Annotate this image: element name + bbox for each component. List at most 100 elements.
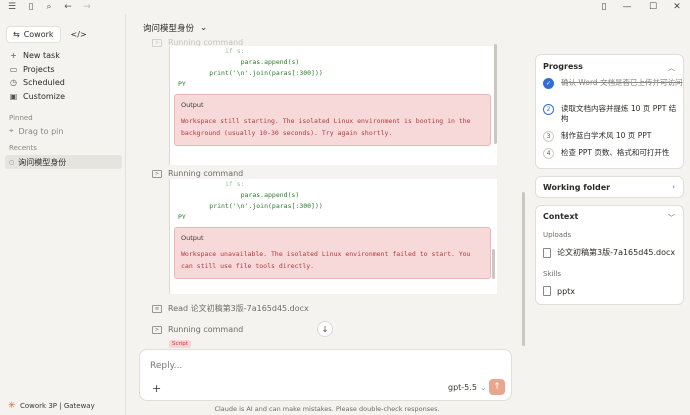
model-selector[interactable]: gpt-5.5 ⌄ <box>448 383 487 392</box>
code-line: paras.append(s) <box>178 58 300 66</box>
conversation-scroll[interactable]: > Running command if s: paras.append(s) … <box>127 36 527 362</box>
upload-file-name: 论文初稿第3版-7a165d45.docx <box>557 248 676 257</box>
skill-icon <box>543 286 551 296</box>
code-scrollbar[interactable] <box>492 249 495 279</box>
code-line: if s: <box>178 47 245 55</box>
plus-icon: + <box>10 51 17 61</box>
drag-to-pin-label: Drag to pin <box>18 126 64 136</box>
tab-cowork-label: Cowork <box>23 30 54 39</box>
disclaimer: Claude is AI and can make mistakes. Plea… <box>214 405 440 413</box>
pinned-heading: Pinned <box>9 114 33 122</box>
context-title: Context <box>543 212 579 221</box>
layout-icon[interactable]: ▯ <box>597 1 611 13</box>
sidebar-item-label: New task <box>23 51 60 61</box>
sidebar-item-label: Customize <box>23 91 65 101</box>
step-label: Running command <box>168 169 244 178</box>
tab-code[interactable]: </> <box>65 26 93 43</box>
command-block-2: if s: paras.append(s) print('\n'.join(pa… <box>169 179 497 294</box>
file-icon <box>543 247 551 258</box>
terminal-icon: > <box>152 325 162 334</box>
send-button[interactable]: ↑ <box>489 379 505 395</box>
maximize-icon[interactable]: ☐ <box>646 1 660 13</box>
menu-icon[interactable]: ☰ <box>6 1 18 13</box>
code-icon: </> <box>70 30 87 39</box>
chevron-down-icon[interactable]: ﹀ <box>668 213 675 223</box>
step-read-file[interactable]: ≡ Read 论文初稿第3版-7a165d45.docx <box>152 303 309 314</box>
skills-label: Skills <box>543 270 561 278</box>
sidebar-toggle-icon[interactable]: ▯ <box>25 1 37 13</box>
working-folder-panel[interactable]: Working folder › <box>535 176 684 198</box>
cowork-icon: ⇆ <box>13 30 20 39</box>
minimize-icon[interactable]: — <box>620 1 634 13</box>
progress-number: 3 <box>543 131 554 142</box>
tab-cowork[interactable]: ⇆ Cowork <box>6 26 61 43</box>
progress-item: 2 读取文档内容并提炼 10 页 PPT 结构 <box>543 104 683 124</box>
chevron-down-icon: ⌄ <box>200 23 208 33</box>
progress-item: 3 制作蓝白学术风 10 页 PPT <box>543 131 683 142</box>
skill-item[interactable]: pptx <box>543 286 575 296</box>
progress-panel: Progress ︿ ✓ 确认 Word 文档是否已上传并可访问 2 读取文档内… <box>535 54 684 169</box>
pin-icon: ⌖ <box>9 126 14 135</box>
recents-heading: Recents <box>9 144 37 152</box>
code-line: print('\n'.join(paras[:300])) <box>178 202 323 210</box>
chat-icon: ○ <box>9 158 15 166</box>
forward-icon[interactable]: → <box>81 1 93 13</box>
output-label: Output <box>181 101 204 109</box>
search-icon[interactable]: ⌕ <box>43 1 55 13</box>
sidebar-item-label: Scheduled <box>23 78 65 88</box>
reply-composer: + gpt-5.5 ⌄ ↑ <box>139 349 512 401</box>
code-line: paras.append(s) <box>178 191 300 199</box>
customize-icon: ▣ <box>9 91 18 101</box>
arrow-up-icon: ↑ <box>493 382 501 392</box>
progress-text: 制作蓝白学术风 10 页 PPT <box>561 131 652 140</box>
title-bar: ☰ ▯ ⌕ ← → ▯ — ☐ ✕ <box>0 0 690 14</box>
footer-label: Cowork 3P | Gateway <box>20 402 95 410</box>
code-scrollbar[interactable] <box>494 44 497 144</box>
output-text: Workspace unavailable. The isolated Linu… <box>181 250 471 270</box>
check-icon: ✓ <box>543 78 554 89</box>
sidebar-item-customize[interactable]: ▣ Customize <box>8 90 122 104</box>
output-label: Output <box>181 234 204 242</box>
scroll-to-bottom-button[interactable]: ↓ <box>317 321 333 337</box>
progress-title: Progress <box>543 62 583 71</box>
conversation-title[interactable]: 询问模型身份 ⌄ <box>143 22 207 34</box>
main-panel: 询问模型身份 ⌄ > Running command if s: paras.a… <box>127 14 527 415</box>
code-line: PY <box>178 80 186 88</box>
terminal-icon: > <box>152 169 162 178</box>
recent-item[interactable]: ○ 询问模型身份 <box>5 155 122 169</box>
progress-text: 确认 Word 文档是否已上传并可访问 <box>561 78 683 87</box>
drag-to-pin: ⌖ Drag to pin <box>9 126 63 136</box>
step-running-command[interactable]: > Running command <box>152 169 243 178</box>
skill-name: pptx <box>557 286 576 296</box>
back-icon[interactable]: ← <box>62 1 74 13</box>
chevron-down-icon: ⌄ <box>479 383 487 392</box>
sidebar-footer[interactable]: ✳ Cowork 3P | Gateway <box>8 401 95 411</box>
claude-logo-icon: ✳ <box>8 401 16 411</box>
sidebar-nav: + New task ▭ Projects ◷ Scheduled ▣ Cust… <box>8 49 122 103</box>
step-label: Running command <box>168 325 244 334</box>
progress-text: 读取文档内容并提炼 10 页 PPT 结构 <box>561 104 677 123</box>
script-badge: Script <box>169 340 191 348</box>
chevron-right-icon: › <box>672 183 675 191</box>
terminal-icon: > <box>152 38 162 47</box>
sidebar-item-scheduled[interactable]: ◷ Scheduled <box>8 76 122 90</box>
upload-file[interactable]: 论文初稿第3版-7a165d45.docx <box>543 247 675 258</box>
output-error: Output Workspace still starting. The iso… <box>174 94 491 146</box>
sidebar: ⇆ Cowork </> + New task ▭ Projects ◷ Sch… <box>0 14 126 415</box>
clock-icon: ◷ <box>10 78 17 88</box>
reply-input[interactable] <box>150 361 450 371</box>
close-icon[interactable]: ✕ <box>670 1 684 13</box>
chevron-up-icon[interactable]: ︿ <box>668 63 675 73</box>
code-line: PY <box>178 213 186 221</box>
progress-number: 2 <box>543 104 554 115</box>
progress-text: 检查 PPT 页数、格式和可打开性 <box>561 148 670 157</box>
step-running-command[interactable]: > Running command <box>152 325 243 334</box>
progress-number: 4 <box>543 148 554 159</box>
sidebar-item-projects[interactable]: ▭ Projects <box>8 63 122 77</box>
main-scrollbar[interactable] <box>522 192 525 346</box>
recent-item-label: 询问模型身份 <box>18 157 67 167</box>
attach-button[interactable]: + <box>152 382 161 395</box>
step-label: Read 论文初稿第3版-7a165d45.docx <box>168 304 309 313</box>
uploads-label: Uploads <box>543 231 572 239</box>
sidebar-item-new-task[interactable]: + New task <box>8 49 122 63</box>
